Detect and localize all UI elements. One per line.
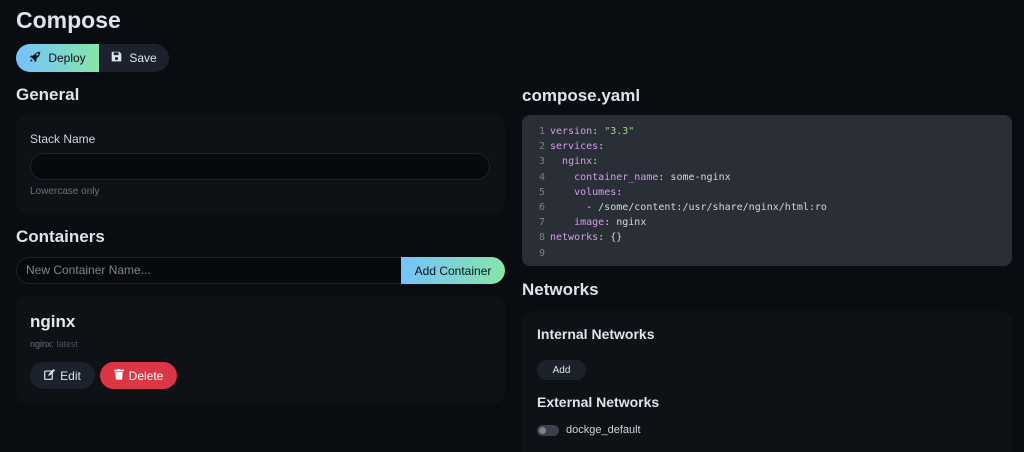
code-text: - /some/content:/usr/share/nginx/html:ro — [550, 200, 827, 215]
line-number: 1 — [538, 126, 545, 137]
containers-heading: Containers — [16, 227, 105, 246]
code-line: 3 nginx: — [522, 154, 1012, 169]
code-line: 6 - /some/content:/usr/share/nginx/html:… — [522, 200, 1012, 215]
code-token: - /some/content:/usr/share/nginx/html:ro — [550, 201, 827, 213]
new-container-input[interactable]: New Container Name... — [16, 257, 402, 284]
line-number: 8 — [538, 232, 545, 244]
stack-name-input[interactable] — [30, 153, 490, 180]
code-token: services — [550, 141, 599, 153]
deploy-label: Deploy — [48, 51, 86, 65]
internal-networks-heading: Internal Networks — [537, 326, 655, 342]
container-card — [16, 296, 505, 403]
code-text: image: nginx — [550, 215, 646, 230]
code-line: 2 services: — [522, 139, 1012, 154]
edit-label: Edit — [60, 368, 81, 383]
code-token: : some-nginx — [658, 171, 731, 183]
line-number: 5 — [538, 186, 545, 198]
code-line: 5 volumes: — [522, 185, 1012, 200]
container-name: nginx — [30, 312, 76, 331]
stack-name-hint: Lowercase only — [30, 186, 100, 197]
code-line: 1 version: "3.3" — [522, 124, 1012, 139]
delete-label: Delete — [128, 368, 164, 383]
code-token: : — [598, 141, 605, 153]
page-title: Compose — [16, 7, 121, 33]
compose-page: Compose Deploy Save General Stack Name L… — [0, 0, 1024, 452]
code-text: services: — [550, 139, 604, 154]
trash-icon — [113, 368, 124, 383]
code-token: : nginx — [604, 217, 647, 229]
external-network-toggle[interactable] — [537, 425, 559, 436]
compose-yaml-heading: compose.yaml — [522, 86, 641, 105]
code-token: networks — [550, 232, 599, 244]
general-heading: General — [16, 85, 80, 104]
line-number: 7 — [538, 217, 545, 229]
line-number: 4 — [538, 171, 545, 183]
code-token: : — [592, 126, 605, 137]
container-image-name: nginx: — [30, 339, 55, 349]
add-container-button[interactable]: Add Container — [401, 257, 505, 284]
code-line: 9 — [522, 246, 1012, 261]
action-button-group: Deploy Save — [16, 44, 169, 72]
code-text: nginx: — [550, 154, 598, 169]
code-line: 7 image: nginx — [522, 215, 1012, 230]
stack-name-label: Stack Name — [30, 132, 96, 146]
edit-icon — [44, 368, 56, 383]
code-token: volumes — [574, 186, 617, 198]
code-line: 4 container_name: some-nginx — [522, 170, 1012, 185]
save-label: Save — [129, 51, 157, 65]
networks-heading: Networks — [522, 280, 599, 299]
delete-container-button[interactable]: Delete — [100, 362, 177, 389]
floppy-disk-icon — [111, 51, 122, 65]
rocket-icon — [29, 51, 41, 66]
code-token: version — [550, 126, 593, 137]
code-text: volumes: — [550, 185, 622, 200]
code-token: "3.3" — [604, 126, 635, 137]
edit-container-button[interactable]: Edit — [30, 362, 95, 389]
container-image-tag: latest — [56, 339, 79, 349]
save-button[interactable]: Save — [99, 44, 169, 72]
container-image: nginx: latest — [30, 339, 78, 349]
line-number: 9 — [538, 247, 545, 259]
code-token: nginx — [562, 156, 593, 168]
code-text: version: "3.3" — [550, 124, 634, 139]
code-text: container_name: some-nginx — [550, 170, 731, 185]
line-number: 3 — [538, 156, 545, 168]
compose-yaml-editor[interactable]: 1 version: "3.3" 2 services: 3 nginx: 4 conta… — [522, 115, 1012, 266]
line-number: 6 — [538, 201, 545, 213]
code-token: image — [574, 217, 605, 229]
code-token: : — [616, 186, 623, 198]
line-number: 2 — [538, 141, 545, 153]
code-token: : — [592, 156, 599, 168]
external-networks-heading: External Networks — [537, 394, 660, 410]
deploy-button[interactable]: Deploy — [16, 44, 99, 72]
code-token: container_name — [574, 171, 659, 183]
external-network-name: dockge_default — [566, 424, 641, 436]
code-token: : {} — [598, 232, 623, 244]
code-line: 8 networks: {} — [522, 230, 1012, 245]
code-text: networks: {} — [550, 230, 622, 245]
add-internal-network-button[interactable]: Add — [537, 360, 586, 380]
